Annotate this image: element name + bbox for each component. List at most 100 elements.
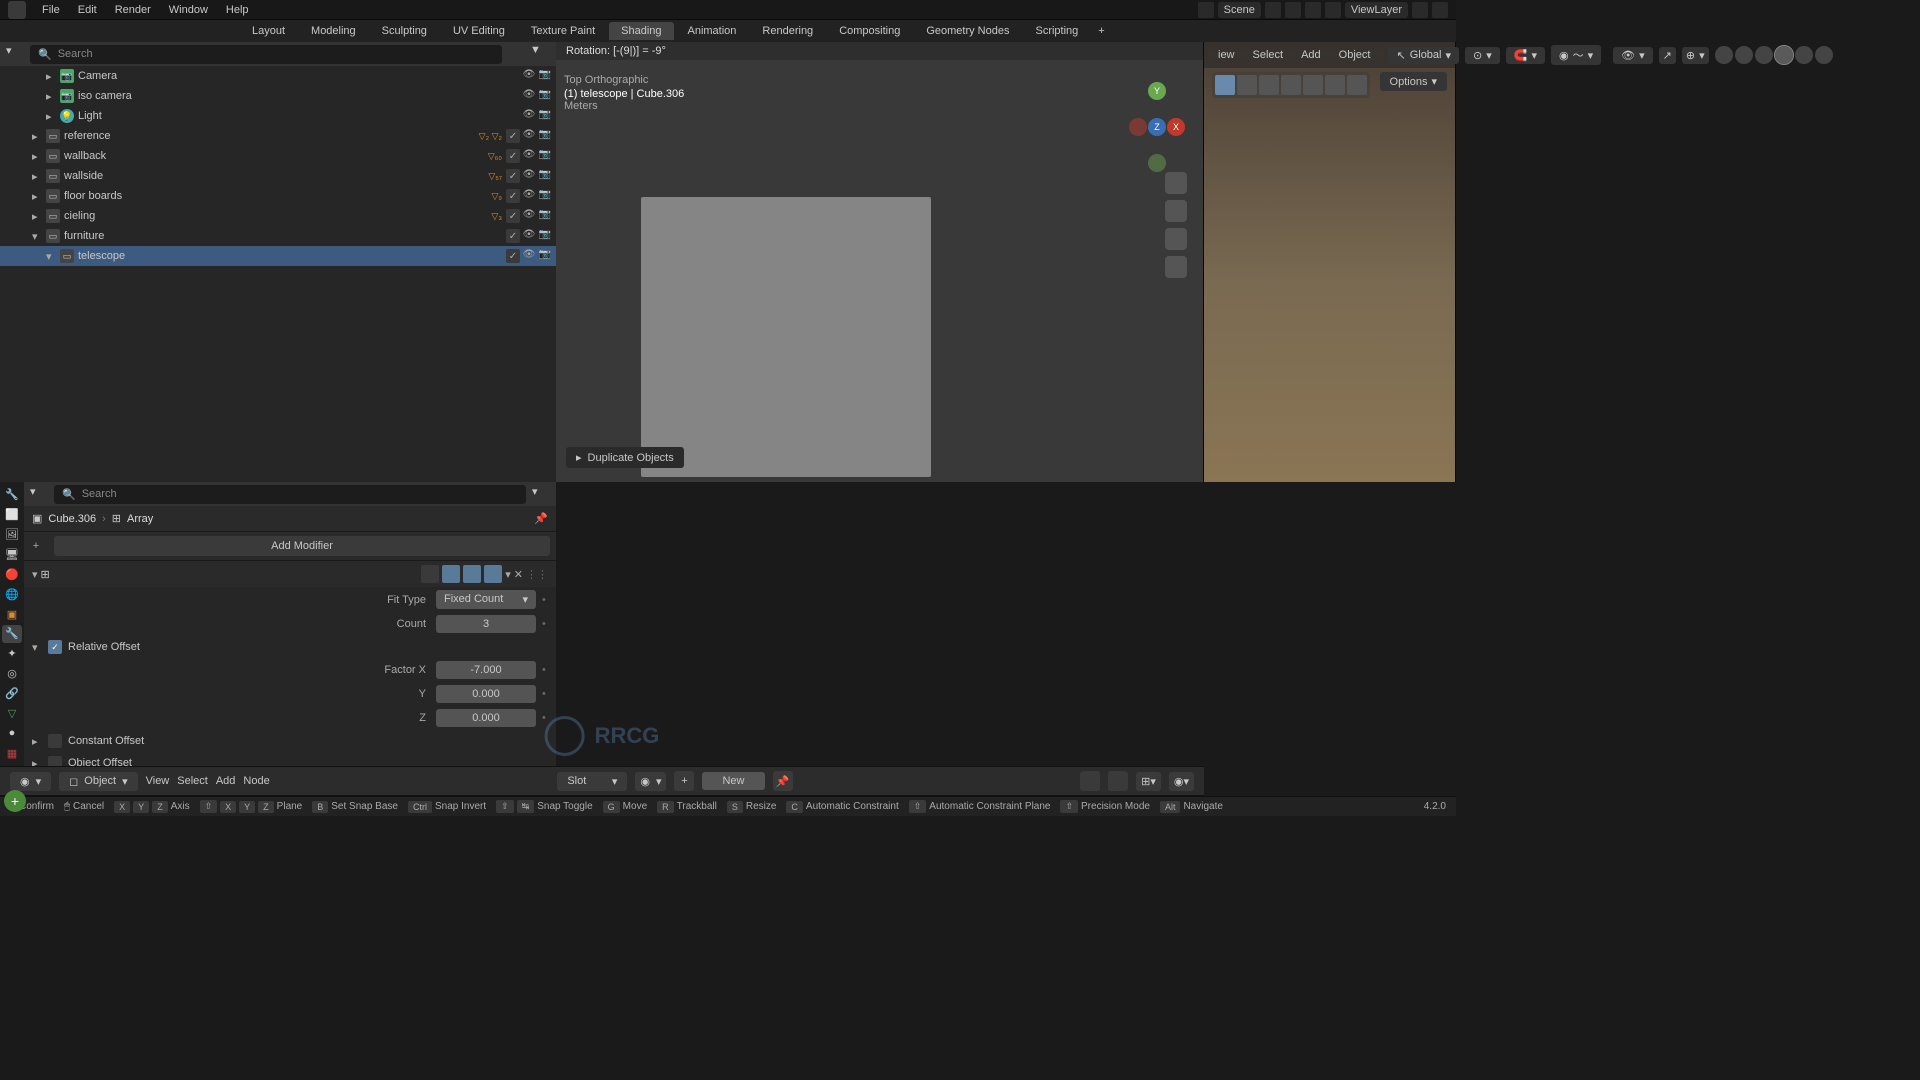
menu-help[interactable]: Help (218, 2, 257, 18)
outliner-search-input[interactable]: 🔍 Search (30, 45, 502, 64)
outliner-tree[interactable]: ▸📷Camera👁📷▸📷iso camera👁📷▸💡Light👁📷▸▭refer… (0, 66, 556, 482)
tab-add-button[interactable]: + (1092, 23, 1110, 39)
hide-viewport-icon[interactable]: 👁 (522, 149, 536, 163)
material-new-button[interactable]: New (702, 772, 764, 790)
hide-viewport-icon[interactable]: 👁 (522, 189, 536, 203)
props-options-icon[interactable]: ▾ (30, 485, 48, 503)
add-panel-button[interactable]: + (4, 790, 26, 812)
fit-type-dropdown[interactable]: Fixed Count▾ (436, 590, 536, 609)
expand-arrow-icon[interactable]: ▸ (32, 190, 42, 203)
mod-edit-mode-icon[interactable] (421, 565, 439, 583)
expand-arrow-icon[interactable]: ▸ (32, 150, 42, 163)
wireframe-shading-icon[interactable] (1735, 46, 1753, 64)
crumb-object[interactable]: Cube.306 (48, 513, 96, 525)
disable-render-icon[interactable]: 📷 (538, 229, 552, 243)
ne-menu-node[interactable]: Node (243, 775, 269, 787)
tree-row-furniture[interactable]: ▾▭furniture✓👁📷 (0, 226, 556, 246)
material-tab-icon[interactable]: ● (2, 724, 22, 742)
props-options-dropdown-icon[interactable]: ▾ (532, 485, 550, 503)
output-tab-icon[interactable]: 🖼 (2, 526, 22, 544)
rendered-shading-icon[interactable] (1795, 46, 1813, 64)
scene-browse-icon[interactable] (1198, 2, 1214, 18)
tab-texturepaint[interactable]: Texture Paint (519, 22, 607, 40)
use-nodes-icon[interactable] (1080, 771, 1100, 791)
shader-type-dropdown[interactable]: ◻Object▾ (59, 772, 137, 791)
section-checkbox[interactable] (48, 734, 62, 748)
mod-cage-icon[interactable] (484, 565, 502, 583)
viewlayer-name-field[interactable]: ViewLayer (1345, 2, 1408, 18)
mod-render-icon[interactable] (463, 565, 481, 583)
orientation-gizmo[interactable]: Y Z X (1129, 82, 1185, 172)
visibility-dropdown[interactable]: 👁▾ (1613, 47, 1653, 64)
expand-arrow-icon[interactable]: ▸ (32, 170, 42, 183)
vp-menu-add[interactable]: Add (1295, 47, 1327, 63)
particles-tab-icon[interactable]: ✦ (2, 645, 22, 663)
exclude-checkbox[interactable]: ✓ (506, 229, 520, 243)
texture-tab-icon[interactable]: ▦ (2, 744, 22, 762)
axis-x-icon[interactable]: X (1167, 118, 1185, 136)
section-constant-offset[interactable]: ▸Constant Offset (24, 730, 556, 752)
mod-extras-dropdown-icon[interactable]: ▾ (505, 568, 511, 581)
viewport-right[interactable]: iew Select Add Object ↖ Global ▾ ⊙▾ 🧲▾ ◉… (1204, 42, 1456, 482)
menu-render[interactable]: Render (107, 2, 159, 18)
select-box-tool-icon[interactable] (1215, 75, 1235, 95)
pin-icon[interactable]: 📌 (773, 771, 793, 791)
axis-z-icon[interactable]: Z (1148, 118, 1166, 136)
expand-arrow-icon[interactable]: ▸ (46, 110, 56, 123)
menu-file[interactable]: File (34, 2, 68, 18)
hide-viewport-icon[interactable]: 👁 (522, 169, 536, 183)
overlay-dropdown[interactable]: ⊕▾ (1682, 47, 1709, 64)
material-new-plus-icon[interactable]: + (674, 771, 694, 791)
perspective-icon[interactable] (1165, 256, 1187, 278)
tree-row-telescope[interactable]: ▾▭telescope✓👁📷 (0, 246, 556, 266)
disable-render-icon[interactable]: 📷 (538, 129, 552, 143)
editor-type-dropdown[interactable]: ◉▾ (10, 772, 51, 791)
scene-name-field[interactable]: Scene (1218, 2, 1261, 18)
tab-rendering[interactable]: Rendering (750, 22, 825, 40)
outliner-display-mode-dropdown[interactable]: ▾ (6, 44, 26, 64)
viewlayer-tab-icon[interactable]: 🖥 (2, 546, 22, 564)
hide-viewport-icon[interactable]: 👁 (522, 109, 536, 123)
axis-neg-y-icon[interactable] (1148, 154, 1166, 172)
viewlayer-new-icon[interactable] (1412, 2, 1428, 18)
transform-orientation-dropdown[interactable]: ↖ Global ▾ (1388, 47, 1459, 64)
hide-viewport-icon[interactable]: 👁 (522, 69, 536, 83)
filter-icon[interactable]: ▼ (530, 44, 550, 64)
animate-dot[interactable]: • (542, 618, 548, 630)
tab-modeling[interactable]: Modeling (299, 22, 368, 40)
expand-arrow-icon[interactable]: ▾ (32, 230, 42, 243)
render-tab-icon[interactable]: ⬜ (2, 506, 22, 524)
hide-viewport-icon[interactable]: 👁 (522, 89, 536, 103)
animate-dot[interactable]: • (542, 594, 548, 606)
disable-render-icon[interactable]: 📷 (538, 69, 552, 83)
disable-render-icon[interactable]: 📷 (538, 89, 552, 103)
disable-render-icon[interactable]: 📷 (538, 189, 552, 203)
vp-menu-object[interactable]: Object (1333, 47, 1377, 63)
hide-viewport-icon[interactable]: 👁 (522, 249, 536, 263)
snap-node-dropdown[interactable]: ⊞▾ (1136, 772, 1161, 791)
hide-viewport-icon[interactable]: 👁 (522, 209, 536, 223)
tree-row-wallside[interactable]: ▸▭wallside▽₅₇✓👁📷 (0, 166, 556, 186)
factor-x-field[interactable]: -7.000 (436, 661, 536, 679)
exclude-checkbox[interactable]: ✓ (506, 209, 520, 223)
disable-render-icon[interactable]: 📷 (538, 249, 552, 263)
animate-dot[interactable]: • (542, 664, 548, 676)
exclude-checkbox[interactable]: ✓ (506, 169, 520, 183)
section-checkbox[interactable] (48, 756, 62, 766)
menu-window[interactable]: Window (161, 2, 216, 18)
disable-render-icon[interactable]: 📷 (538, 149, 552, 163)
collapse-icon[interactable]: ▾ (32, 568, 38, 581)
scene-pin-icon[interactable] (1265, 2, 1281, 18)
disable-render-icon[interactable]: 📷 (538, 209, 552, 223)
tab-scripting[interactable]: Scripting (1023, 22, 1090, 40)
scene-new-icon[interactable] (1285, 2, 1301, 18)
pin-icon[interactable]: 📌 (534, 512, 548, 525)
tree-row-wallback[interactable]: ▸▭wallback▽₆₀✓👁📷 (0, 146, 556, 166)
expand-arrow-icon[interactable]: ▸ (32, 130, 42, 143)
scene-tab-icon[interactable]: 🔴 (2, 565, 22, 583)
viewport-options-dropdown[interactable]: Options ▾ (1380, 72, 1447, 91)
xray-icon[interactable] (1715, 46, 1733, 64)
mod-drag-icon[interactable]: ⋮⋮ (526, 568, 548, 581)
viewlayer-browse-icon[interactable] (1325, 2, 1341, 18)
viewport-left[interactable]: Rotation: [-(9|)] = -9° Top Orthographic… (556, 42, 1204, 482)
